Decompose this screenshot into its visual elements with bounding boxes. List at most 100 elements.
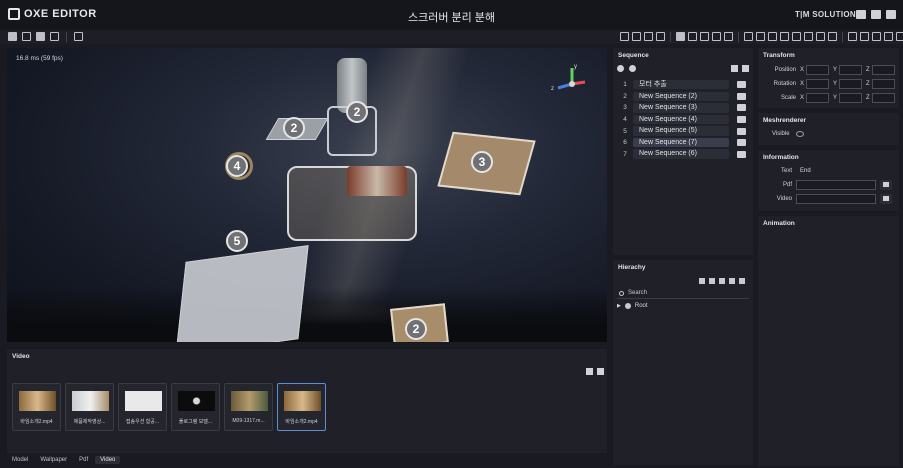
rotation-y-field[interactable]: [839, 78, 862, 89]
camera-icon[interactable]: [737, 150, 746, 158]
sequence-row[interactable]: 4 New Sequence (4): [617, 114, 749, 125]
text-alt-icon[interactable]: [860, 32, 869, 41]
rotation-x-field[interactable]: [806, 78, 829, 89]
model-part-board[interactable]: [175, 245, 309, 342]
video-thumbnail[interactable]: M09-1317.m...: [224, 383, 273, 431]
part-badge[interactable]: 3: [471, 151, 493, 173]
axis-gizmo[interactable]: y z: [547, 62, 597, 102]
sequence-name[interactable]: New Sequence (6): [633, 149, 729, 159]
tab-pdf[interactable]: Pdf: [74, 456, 93, 464]
part-badge[interactable]: 4: [226, 155, 248, 177]
video-field[interactable]: [796, 194, 876, 204]
sequence-name[interactable]: 모터 추출: [633, 79, 729, 90]
camera-icon[interactable]: [737, 81, 746, 89]
video-thumbnail[interactable]: 풀로그램 모델...: [171, 383, 220, 431]
grid-icon[interactable]: [620, 32, 629, 41]
redo-icon[interactable]: [756, 32, 765, 41]
sync-icon[interactable]: [780, 32, 789, 41]
new-file-icon[interactable]: [8, 32, 17, 41]
video-thumbnail[interactable]: 접송우션 함공...: [118, 383, 167, 431]
eye-icon[interactable]: [896, 32, 903, 41]
sequence-name[interactable]: New Sequence (7): [633, 137, 729, 148]
camera-icon[interactable]: [737, 127, 746, 135]
hatch-icon[interactable]: [644, 32, 653, 41]
video-thumbnail[interactable]: 제품제작영상...: [65, 383, 114, 431]
trash-icon[interactable]: [597, 368, 604, 375]
hand-tool-icon[interactable]: [676, 32, 685, 41]
part-badge[interactable]: 2: [405, 318, 427, 340]
image-icon[interactable]: [792, 32, 801, 41]
camera-icon[interactable]: [737, 115, 746, 123]
video-thumbnail[interactable]: 바임소개2.mp4: [12, 383, 61, 431]
save-icon[interactable]: [36, 32, 45, 41]
position-x-field[interactable]: [806, 64, 829, 75]
position-z-field[interactable]: [872, 64, 895, 75]
menu-icon[interactable]: [886, 10, 896, 19]
text-icon[interactable]: [848, 32, 857, 41]
part-badge[interactable]: 2: [346, 101, 368, 123]
tab-model[interactable]: Model: [7, 456, 33, 464]
scale-x-field[interactable]: [806, 92, 829, 103]
sequence-name[interactable]: New Sequence (2): [633, 91, 729, 102]
split-icon[interactable]: [828, 32, 837, 41]
position-y-field[interactable]: [839, 64, 862, 75]
tab-video[interactable]: Video: [95, 456, 121, 464]
add-icon[interactable]: [731, 65, 738, 72]
hierarchy-icon[interactable]: [872, 32, 881, 41]
rotation-z-field[interactable]: [872, 78, 895, 89]
sequence-row[interactable]: 3 New Sequence (3): [617, 102, 749, 113]
gauge-icon[interactable]: [804, 32, 813, 41]
camera-icon[interactable]: [737, 139, 746, 147]
undo-icon[interactable]: [744, 32, 753, 41]
table-icon[interactable]: [632, 32, 641, 41]
mail-icon[interactable]: [856, 10, 866, 19]
eraser-icon[interactable]: [884, 32, 893, 41]
camera-icon[interactable]: [737, 92, 746, 100]
pdf-field[interactable]: [796, 180, 876, 190]
move-tool-icon[interactable]: [688, 32, 697, 41]
copy-icon[interactable]: [729, 278, 735, 284]
sequence-row[interactable]: 2 New Sequence (2): [617, 91, 749, 102]
scale-y-field[interactable]: [839, 92, 862, 103]
camera-icon[interactable]: [629, 65, 636, 72]
list-icon[interactable]: [74, 32, 83, 41]
sequence-name[interactable]: New Sequence (5): [633, 126, 729, 136]
sequence-row-selected[interactable]: 6 New Sequence (7): [617, 137, 749, 148]
trash-icon[interactable]: [739, 278, 745, 284]
add-icon[interactable]: [586, 368, 593, 375]
panel-icon[interactable]: [816, 32, 825, 41]
part-badge[interactable]: 2: [283, 117, 305, 139]
video-browse-button[interactable]: [880, 194, 892, 204]
rotate-tool-icon[interactable]: [700, 32, 709, 41]
sequence-row[interactable]: 5 New Sequence (5): [617, 125, 749, 136]
3d-viewport[interactable]: 16.8 ms (59 fps) y z 2 2 4 3 5 2: [7, 48, 607, 342]
save-as-icon[interactable]: [50, 32, 59, 41]
chevron-right-icon[interactable]: ▶: [617, 303, 621, 309]
frame-icon[interactable]: [656, 32, 665, 41]
model-part-core[interactable]: [347, 166, 407, 196]
record-icon[interactable]: [617, 65, 624, 72]
sequence-row[interactable]: 7 New Sequence (6): [617, 148, 749, 159]
text-value-field[interactable]: End: [796, 166, 876, 176]
users-icon[interactable]: [709, 278, 715, 284]
sequence-name[interactable]: New Sequence (3): [633, 103, 729, 113]
add-icon[interactable]: [719, 278, 725, 284]
trash-icon[interactable]: [742, 65, 749, 72]
part-badge[interactable]: 5: [226, 230, 248, 252]
pdf-browse-button[interactable]: [880, 180, 892, 190]
document-icon[interactable]: [871, 10, 881, 19]
tab-wallpaper[interactable]: Wallpaper: [35, 456, 72, 464]
eye-icon[interactable]: [796, 131, 804, 137]
tree-root[interactable]: ▶ Root: [617, 303, 648, 309]
hierarchy-search[interactable]: Search: [617, 289, 749, 299]
sequence-name[interactable]: New Sequence (4): [633, 114, 729, 125]
scale-z-field[interactable]: [872, 92, 895, 103]
rect-tool-icon[interactable]: [724, 32, 733, 41]
sequence-row[interactable]: 1 모터 추출: [617, 79, 749, 90]
refresh-icon[interactable]: [768, 32, 777, 41]
video-thumbnail-selected[interactable]: 바임소개2.mp4: [277, 383, 326, 431]
open-folder-icon[interactable]: [22, 32, 31, 41]
group-icon[interactable]: [699, 278, 705, 284]
scale-tool-icon[interactable]: [712, 32, 721, 41]
camera-icon[interactable]: [737, 104, 746, 112]
